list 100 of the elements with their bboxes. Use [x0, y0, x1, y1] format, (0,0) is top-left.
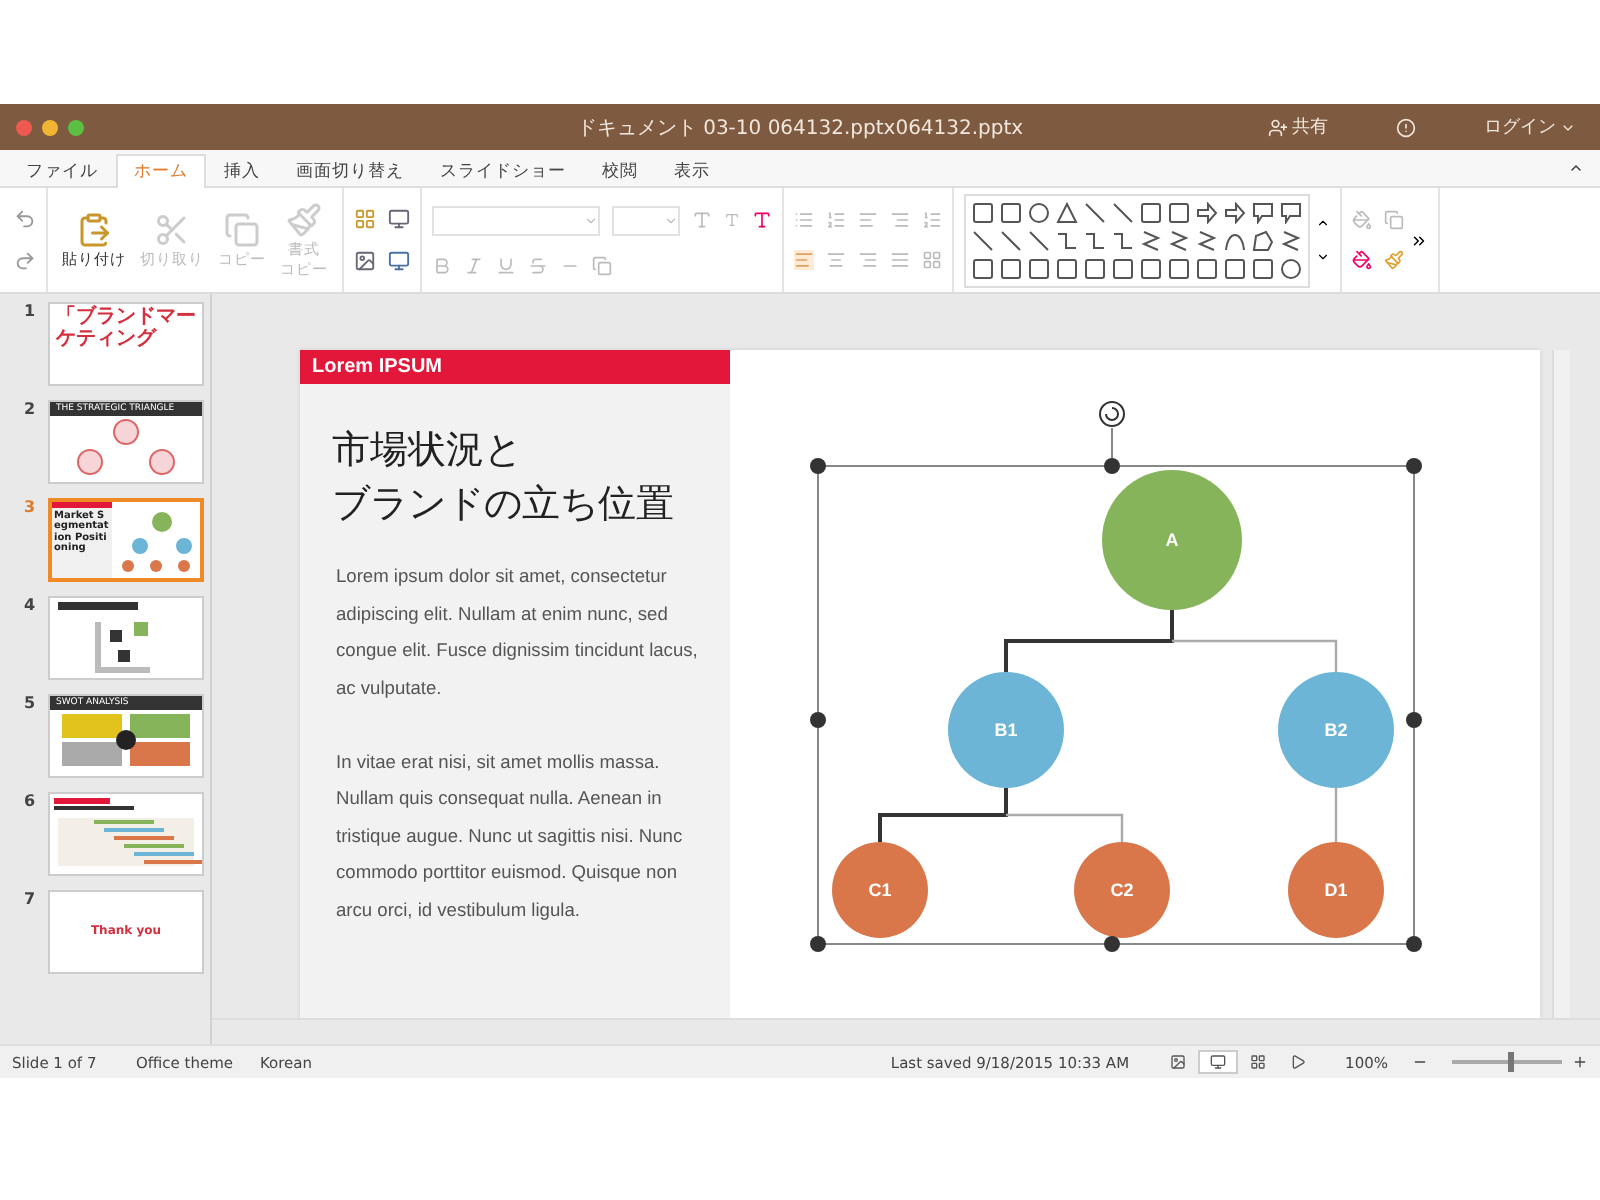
slide-header: Lorem IPSUM	[300, 350, 730, 384]
caret-icon	[664, 213, 678, 227]
alert-icon[interactable]	[1396, 117, 1416, 137]
tree-node[interactable]: D1	[1288, 842, 1384, 938]
shape-icon[interactable]	[1056, 229, 1078, 251]
login-button[interactable]: ログイン	[1476, 114, 1584, 140]
slide-number: 5	[24, 694, 38, 716]
undo-icon[interactable]	[14, 208, 36, 230]
caret-icon	[584, 213, 598, 227]
rotate-handle[interactable]	[1099, 401, 1125, 427]
slide-title: 市場状況と	[332, 426, 522, 476]
shape-icon[interactable]	[1112, 201, 1134, 223]
minimize-button[interactable]	[42, 119, 58, 135]
shape-icon[interactable]	[1196, 201, 1218, 223]
resize-handle[interactable]	[1406, 458, 1422, 474]
section-icon[interactable]	[388, 250, 410, 272]
copy-icon	[224, 211, 260, 248]
resize-handle[interactable]	[1406, 936, 1422, 952]
slide-number: 1	[24, 302, 38, 324]
layout-icon[interactable]	[354, 208, 376, 230]
collapse-ribbon-icon[interactable]	[1568, 160, 1584, 176]
thumbnail-title: 「ブランドマーケティング	[53, 304, 198, 353]
ribbon-tab[interactable]: ホーム	[116, 154, 206, 188]
user-plus-icon	[1268, 117, 1288, 137]
shape-icon[interactable]	[1084, 229, 1106, 251]
tree-node[interactable]: C1	[832, 842, 928, 938]
slide-number: 4	[24, 596, 38, 618]
shape-icon[interactable]	[1000, 229, 1022, 251]
scroll-down-icon[interactable]	[1316, 250, 1330, 264]
shape-icon[interactable]	[972, 257, 994, 279]
slide-thumbnail[interactable]: 「ブランドマーケティング	[48, 302, 204, 386]
slide-number: 3	[24, 498, 38, 520]
shape-icon[interactable]	[1084, 257, 1106, 279]
shape-icon[interactable]	[1140, 229, 1162, 251]
zoom-in-icon[interactable]	[1572, 1054, 1588, 1070]
shape-icon[interactable]	[1280, 201, 1302, 223]
body-paragraph: Lorem ipsum dolor sit amet, consectetur adipiscing elit. Nullam at enim nunc, sed congue elit. Fusce dignissim tincidunt lacus, ac vulputate.	[336, 564, 700, 702]
ribbon-tab[interactable]: 校閲	[584, 154, 656, 188]
shape-icon[interactable]	[1056, 257, 1078, 279]
tree-node[interactable]: C2	[1074, 842, 1170, 938]
scissors-icon	[154, 211, 190, 248]
shape-icon[interactable]	[1252, 229, 1274, 251]
monitor-icon	[1209, 1054, 1226, 1070]
shape-icon[interactable]	[972, 201, 994, 223]
shape-icon[interactable]	[1028, 229, 1050, 251]
grid-icon	[1249, 1054, 1266, 1070]
resize-handle[interactable]	[810, 712, 826, 728]
shape-icon[interactable]	[1168, 257, 1190, 279]
body-paragraph: In vitae erat nisi, sit amet mollis massa. Nullam quis consequat nulla. Aenean in tristique augue. Nunc ut sagittis nisi. Nunc commodo porttitor euismod. Quisque non arcu orci, id vestibulum ligula.	[336, 749, 685, 924]
shape-icon[interactable]	[1196, 257, 1218, 279]
shape-icon[interactable]	[1000, 257, 1022, 279]
shape-icon[interactable]	[1028, 257, 1050, 279]
brush-icon	[286, 201, 322, 238]
image-icon	[1169, 1054, 1186, 1070]
zoom-thumb[interactable]	[1507, 1052, 1513, 1072]
shape-icon[interactable]	[1196, 229, 1218, 251]
ribbon-tab[interactable]: ファイル	[8, 154, 116, 188]
more-icon[interactable]	[1410, 231, 1428, 249]
redo-icon[interactable]	[14, 250, 36, 272]
shape-icon[interactable]	[1224, 229, 1246, 251]
shape-icon[interactable]	[1000, 201, 1022, 223]
resize-handle[interactable]	[1104, 936, 1120, 952]
slide-title: ブランドの立ち位置	[332, 479, 674, 530]
shape-icon[interactable]	[1168, 201, 1190, 223]
ribbon-tab[interactable]: 表示	[656, 154, 728, 188]
image-icon[interactable]	[354, 250, 376, 272]
shape-icon[interactable]	[1112, 229, 1134, 251]
shape-icon[interactable]	[1168, 229, 1190, 251]
shape-icon[interactable]	[1280, 257, 1302, 279]
view-button[interactable]	[1197, 1050, 1238, 1074]
slide-number: 6	[24, 792, 38, 814]
shape-fill-icon[interactable]	[1352, 250, 1372, 270]
shape-icon[interactable]	[1028, 201, 1050, 223]
play-icon	[1289, 1054, 1306, 1070]
slide-icon[interactable]	[388, 208, 410, 230]
shape-icon[interactable]	[1140, 201, 1162, 223]
ribbon-tab[interactable]: スライドショー	[422, 154, 584, 188]
shape-icon[interactable]	[1252, 257, 1274, 279]
shape-icon[interactable]	[1280, 229, 1302, 251]
resize-handle[interactable]	[810, 936, 826, 952]
ribbon-tab[interactable]: 画面切り替え	[278, 154, 422, 188]
maximize-button[interactable]	[68, 119, 84, 135]
resize-handle[interactable]	[1406, 712, 1422, 728]
ribbon-tab[interactable]: 挿入	[206, 154, 278, 188]
shape-icon[interactable]	[1252, 201, 1274, 223]
resize-handle[interactable]	[810, 458, 826, 474]
shape-icon[interactable]	[1084, 201, 1106, 223]
window-title: ドキュメント 03-10 064132.pptx064132.pptx	[576, 115, 1024, 141]
shape-icon[interactable]	[1224, 257, 1246, 279]
font-color-icon[interactable]	[752, 210, 772, 230]
slide-number: 7	[24, 890, 38, 912]
shape-icon[interactable]	[1112, 257, 1134, 279]
clipboard-icon	[76, 211, 112, 248]
shape-icon[interactable]	[1140, 257, 1162, 279]
shape-icon[interactable]	[1056, 201, 1078, 223]
share-button[interactable]: 共有	[1260, 114, 1336, 140]
scroll-up-icon[interactable]	[1316, 216, 1330, 230]
resize-handle[interactable]	[1104, 458, 1120, 474]
shape-icon[interactable]	[1224, 201, 1246, 223]
shape-icon[interactable]	[972, 229, 994, 251]
